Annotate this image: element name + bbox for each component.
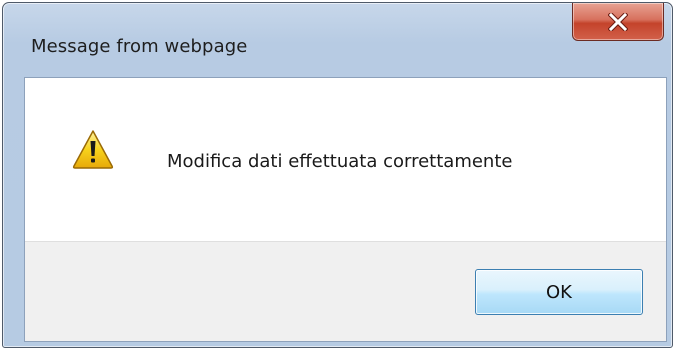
ok-button[interactable]: OK [475, 269, 643, 315]
button-bar: OK [25, 241, 666, 341]
message-dialog-window: Message from webpage Modifica dati effet… [2, 2, 673, 348]
message-text: Modifica dati effettuata correttamente [167, 151, 513, 172]
dialog-title: Message from webpage [31, 36, 248, 57]
dialog-content: Modifica dati effettuata correttamente O… [24, 77, 667, 342]
close-button[interactable] [572, 3, 664, 41]
close-icon [608, 12, 628, 31]
warning-icon [72, 130, 114, 169]
message-area: Modifica dati effettuata correttamente [25, 78, 666, 241]
title-bar[interactable]: Message from webpage [3, 3, 672, 57]
